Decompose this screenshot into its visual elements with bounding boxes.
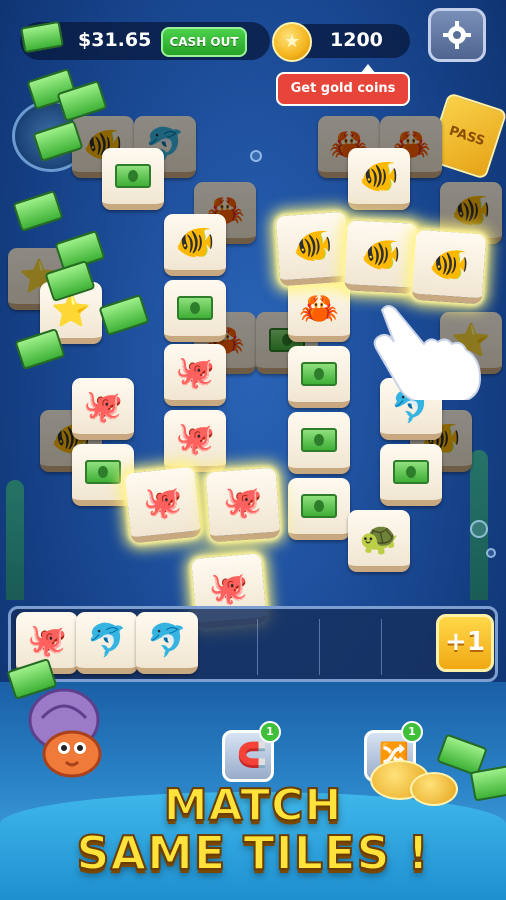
fish-icon: 🐠 — [175, 223, 215, 261]
headline-same-tiles: SAME TILES ! — [75, 825, 430, 881]
tile-cash[interactable] — [102, 148, 164, 210]
tile-cash[interactable] — [164, 280, 226, 342]
gear-icon — [443, 21, 471, 49]
tile-fish[interactable]: 🐠 — [348, 148, 410, 210]
tile-cash[interactable] — [288, 478, 350, 540]
cash-icon — [380, 444, 442, 500]
highlight-tile-squid[interactable]: 🐙 — [205, 467, 281, 543]
cash-note-decoration — [12, 189, 64, 233]
tile-fish[interactable]: 🐠 — [164, 214, 226, 276]
fish-icon: 🐠 — [360, 233, 403, 275]
tile-turtle[interactable]: 🐢 — [348, 510, 410, 572]
squid-icon: 🐙 — [140, 481, 185, 523]
get-gold-coins-tooltip[interactable]: Get gold coins — [276, 64, 410, 106]
cash-icon — [102, 148, 164, 204]
highlight-tile-fish[interactable]: 🐠 — [344, 220, 418, 294]
fish-icon: 🐠 — [451, 191, 491, 229]
cash-icon — [164, 280, 226, 336]
tile-squid[interactable]: 🐙 — [72, 378, 134, 440]
crab-icon: 🦀 — [299, 289, 339, 327]
bubble-decoration — [486, 548, 496, 558]
cash-icon — [288, 478, 350, 534]
pointer-hand-icon — [373, 305, 482, 400]
seaweed-decoration — [6, 480, 24, 600]
tray-tile-dolphin: 🐬 — [76, 612, 138, 674]
game-board: $31.65 CASH OUT ★ 1200 Get gold coins PA… — [0, 0, 506, 900]
powerup-magnet-button[interactable]: 🧲 1 — [222, 721, 281, 782]
dolphin-icon: 🐬 — [87, 621, 127, 659]
powerup-count-badge: 1 — [259, 721, 281, 743]
fish-icon: 🐠 — [291, 225, 334, 267]
fish-icon: 🐠 — [359, 157, 399, 195]
add-slot-button[interactable]: +1 — [436, 614, 494, 672]
magnet-icon: 🧲 — [237, 741, 267, 769]
bubble-decoration — [470, 520, 488, 538]
settings-button[interactable] — [428, 8, 486, 62]
tile-squid[interactable]: 🐙 — [164, 344, 226, 406]
tray-tile-dolphin: 🐬 — [136, 612, 198, 674]
tile-crab[interactable]: 🦀 — [288, 280, 350, 342]
squid-icon: 🐙 — [221, 481, 264, 523]
squid-icon: 🐙 — [175, 353, 215, 391]
cash-note-decoration — [14, 327, 66, 371]
squid-icon: 🐙 — [175, 419, 215, 457]
highlight-tile-fish[interactable]: 🐠 — [275, 211, 351, 287]
tile-cash[interactable] — [288, 412, 350, 474]
dolphin-icon: 🐬 — [147, 621, 187, 659]
cash-out-button[interactable]: CASH OUT — [161, 27, 247, 57]
cash-note-decoration — [98, 293, 150, 337]
gold-coin-icon[interactable]: ★ — [272, 22, 312, 62]
tile-cash[interactable] — [380, 444, 442, 506]
tile-squid[interactable]: 🐙 — [164, 410, 226, 472]
fish-icon: 🐠 — [428, 243, 471, 285]
cash-balance: $31.65 — [78, 29, 152, 51]
squid-icon: 🐙 — [83, 387, 123, 425]
coin-balance: 1200 — [330, 29, 383, 51]
tile-cash[interactable] — [288, 346, 350, 408]
highlight-tile-squid[interactable]: 🐙 — [124, 466, 202, 544]
turtle-icon: 🐢 — [359, 519, 399, 557]
cash-icon — [288, 346, 350, 402]
headline-match: MATCH — [163, 779, 343, 832]
cash-icon — [288, 412, 350, 468]
cash-icon — [72, 444, 134, 500]
cash-icon — [20, 20, 66, 56]
hermit-crab-mascot-icon — [28, 688, 102, 778]
bubble-decoration — [250, 150, 262, 162]
powerup-count-badge: 1 — [401, 721, 423, 743]
